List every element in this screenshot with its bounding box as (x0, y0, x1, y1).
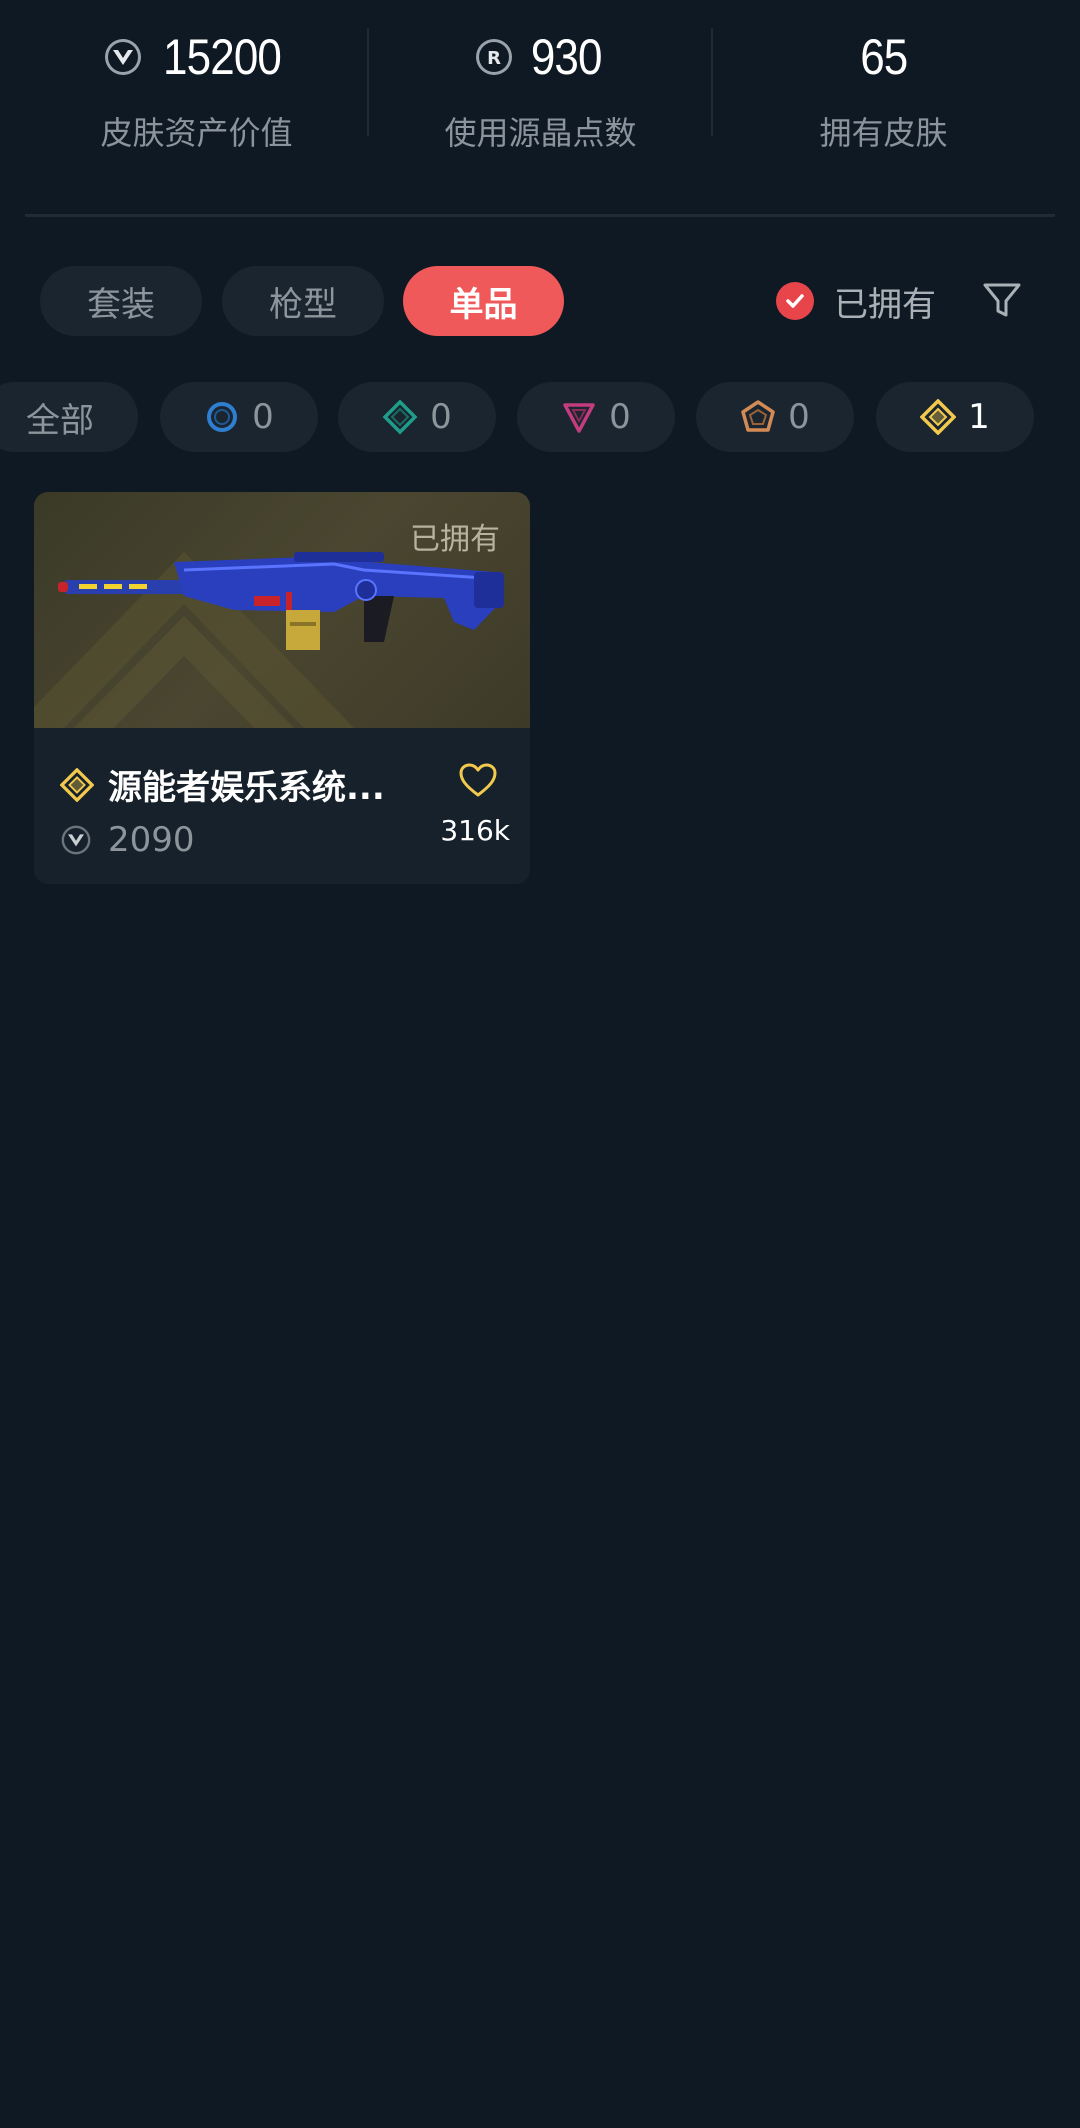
stat-label: 拥有皮肤 (819, 114, 948, 152)
valorant-points-icon (61, 825, 91, 855)
skin-image: 已拥有 (34, 492, 530, 728)
stat-label: 皮肤资产价值 (100, 114, 293, 152)
like-count: 316k (440, 814, 510, 847)
price-row: 2090 (60, 820, 195, 860)
rarity-filter-all[interactable]: 全部 (0, 382, 138, 452)
rarity-filter-select[interactable]: 0 (160, 382, 318, 452)
stat-value: 15200 (163, 29, 283, 85)
stat-value: 930 (531, 29, 603, 85)
stat-label: 使用源晶点数 (444, 114, 637, 152)
stats-header: 15200 皮肤资产价值 R 930 使用源晶点数 65 拥有皮肤 (0, 0, 1080, 217)
skin-card[interactable]: 已拥有 源能者娱乐系统... 2090 316k (34, 492, 530, 884)
tab-weapon-type[interactable]: 枪型 (222, 266, 384, 336)
rarity-filter-count: 0 (430, 397, 452, 437)
stat-radianite: R 930 使用源晶点数 (369, 22, 712, 154)
rarity-filter-count: 0 (252, 397, 274, 437)
skin-info: 源能者娱乐系统... 2090 316k (34, 728, 530, 884)
owned-tag: 已拥有 (410, 522, 500, 557)
skin-name-row: 源能者娱乐系统... (60, 760, 385, 809)
divider (25, 214, 1055, 217)
deluxe-tier-icon (382, 399, 418, 435)
premium-tier-icon (563, 403, 595, 433)
skin-name: 源能者娱乐系统... (108, 768, 385, 808)
rarity-filter-count: 0 (788, 397, 810, 437)
tab-single-items[interactable]: 单品 (403, 266, 564, 336)
tab-bundles[interactable]: 套装 (40, 266, 202, 336)
rarity-filter-count: 1 (968, 397, 990, 437)
rarity-filter-count: 0 (609, 397, 631, 437)
heart-icon[interactable] (458, 762, 498, 798)
rarity-filter-exclusive[interactable]: 1 (876, 382, 1034, 452)
radianite-points-icon: R (476, 39, 513, 75)
valorant-points-icon (105, 39, 142, 75)
owned-filter-toggle[interactable]: 已拥有 (776, 266, 936, 336)
exclusive-tier-icon (60, 767, 94, 802)
rarity-filter-label: 全部 (26, 400, 94, 441)
ultra-tier-icon (741, 400, 775, 432)
rarity-filter-deluxe[interactable]: 0 (338, 382, 496, 452)
svg-text:R: R (487, 48, 501, 69)
stat-owned-skins: 65 拥有皮肤 (712, 22, 1055, 154)
skin-price: 2090 (108, 820, 195, 860)
stat-value: 65 (859, 29, 908, 85)
exclusive-tier-icon (920, 399, 957, 435)
rarity-filter-ultra[interactable]: 0 (696, 382, 854, 452)
owned-filter-label: 已拥有 (834, 284, 936, 325)
check-icon (776, 282, 814, 320)
stat-skin-value: 15200 皮肤资产价值 (25, 22, 368, 154)
filter-icon[interactable] (980, 278, 1024, 322)
rarity-filter-premium[interactable]: 0 (517, 382, 675, 452)
select-tier-icon (207, 402, 238, 432)
